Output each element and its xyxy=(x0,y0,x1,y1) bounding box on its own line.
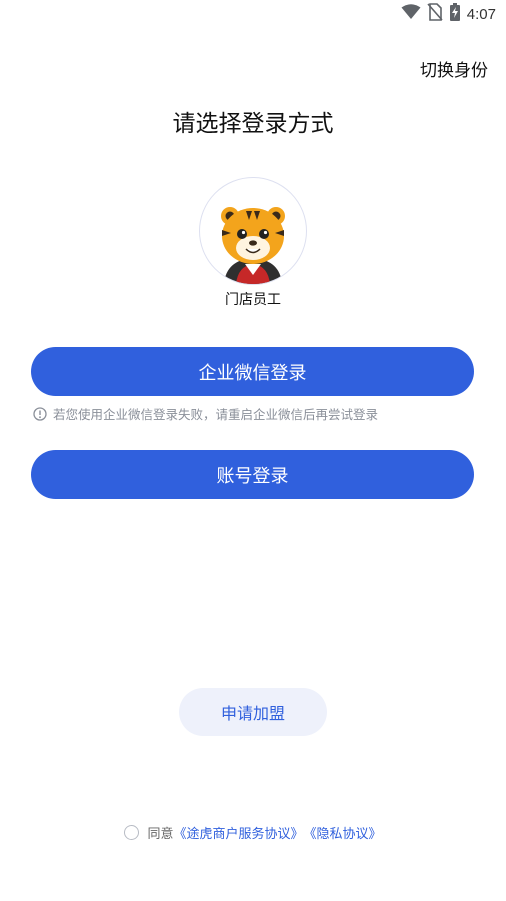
status-bar: 4:07 xyxy=(0,0,506,28)
tiger-mascot-icon xyxy=(221,207,285,284)
info-icon xyxy=(33,406,47,421)
wifi-icon xyxy=(401,4,421,24)
avatar xyxy=(199,177,307,285)
agreement-row: 同意 《途虎商户服务协议》 《隐私协议》 xyxy=(0,823,506,842)
privacy-agreement-link[interactable]: 《隐私协议》 xyxy=(304,823,382,842)
status-time: 4:07 xyxy=(466,5,496,23)
role-card-store-staff[interactable]: 门店员工 xyxy=(199,177,307,309)
apply-join-button[interactable]: 申请加盟 xyxy=(179,688,327,736)
account-login-button[interactable]: 账号登录 xyxy=(31,450,474,499)
wecom-login-button[interactable]: 企业微信登录 xyxy=(31,347,474,396)
no-sim-icon xyxy=(427,3,443,25)
page-title: 请选择登录方式 xyxy=(172,111,334,137)
role-label: 门店员工 xyxy=(225,292,281,308)
agree-prefix: 同意 xyxy=(147,827,174,842)
wecom-login-hint: 若您使用企业微信登录失败，请重启企业微信后再尝试登录 xyxy=(33,404,378,423)
battery-charging-icon xyxy=(449,3,461,25)
hint-text: 若您使用企业微信登录失败，请重启企业微信后再尝试登录 xyxy=(53,407,379,422)
status-icons: 4:07 xyxy=(401,3,496,25)
service-agreement-link[interactable]: 《途虎商户服务协议》 xyxy=(173,823,303,842)
switch-identity-link[interactable]: 切换身份 xyxy=(420,56,488,81)
agree-radio[interactable] xyxy=(124,825,140,840)
